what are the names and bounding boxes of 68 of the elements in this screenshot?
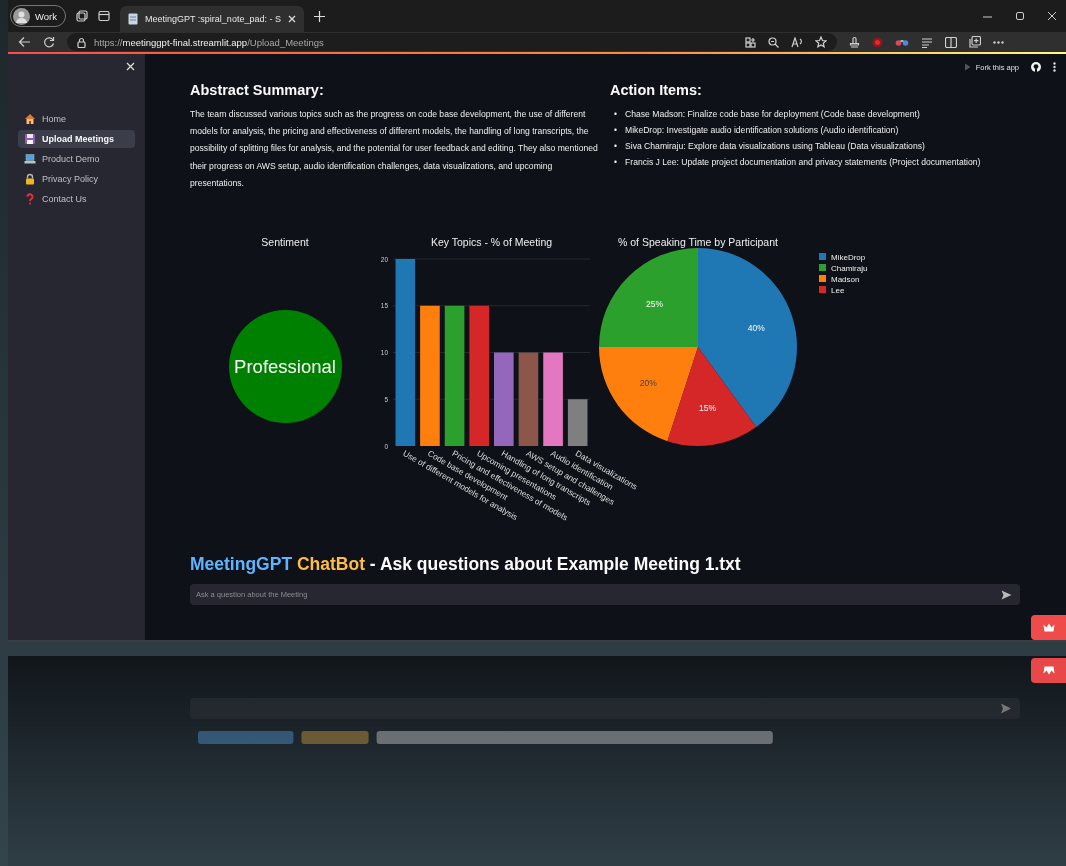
close-icon[interactable] — [287, 15, 296, 23]
slice-label: 25% — [646, 298, 664, 309]
action-item: MikeDrop: Investigate audio identification solutions (Audio identification) — [625, 124, 899, 137]
sidebar-item[interactable]: Contact Us — [18, 190, 135, 208]
close-icon[interactable] — [126, 62, 135, 71]
profile-name: Work — [35, 10, 57, 22]
summary-text: The team discussed various topics such as the progress on code base development, the use of different models for analysis, the pricing and effectiveness of different models, the handling of long transcripts, the possibility of splitting files for analysis, and the potential for user feedback and editing. They also mentioned their progress on AWS setup, audio identification challenges, data visualizations, and upcoming presentations. — [190, 108, 599, 190]
sidebar-item[interactable]: Product Demo — [18, 150, 135, 168]
section-heading: Action Items: — [610, 82, 703, 98]
laptop-icon — [24, 153, 36, 165]
new-tab-icon[interactable] — [313, 10, 325, 22]
send-icon[interactable] — [1001, 589, 1012, 600]
browser-tab[interactable]: MeetingGPT :spiral_note_pad: - S — [120, 6, 304, 32]
slice-label: 40% — [747, 323, 765, 334]
action-item: Siva Chamiraju: Explore data visualizations using Tableau (Data visualizations) — [625, 140, 925, 153]
stamp-icon[interactable] — [849, 36, 860, 48]
list-bullet: • — [614, 140, 617, 153]
sidebar-item[interactable]: Privacy Policy — [18, 170, 135, 188]
refresh-icon[interactable] — [43, 36, 55, 48]
lock-icon — [77, 36, 86, 48]
lock-icon — [24, 173, 36, 185]
sidebar-item[interactable]: Upload Meetings — [18, 130, 135, 148]
sentiment-badge: Professional — [228, 310, 342, 423]
page-icon — [128, 13, 138, 25]
sidebar-item[interactable]: Home — [18, 110, 135, 128]
split-screen-icon[interactable] — [945, 36, 957, 48]
house-icon — [24, 113, 36, 125]
slice-label: 15% — [699, 402, 717, 413]
section-heading: Abstract Summary: — [190, 82, 325, 98]
record-icon[interactable] — [872, 36, 883, 48]
kebab-menu-icon[interactable] — [1053, 62, 1056, 72]
more-icon[interactable] — [993, 40, 1004, 44]
crown-icon — [1042, 666, 1055, 675]
question-mark-icon — [24, 193, 36, 205]
crown-button[interactable] — [1031, 615, 1066, 640]
avatar-icon — [13, 7, 30, 25]
maximize-icon[interactable] — [1016, 12, 1024, 20]
legend-label: Madson — [831, 274, 860, 284]
close-icon[interactable] — [1048, 12, 1056, 20]
legend-label: MikeDrop — [831, 252, 866, 262]
github-icon[interactable] — [1031, 62, 1041, 72]
legend-label: Lee — [831, 285, 845, 295]
legend-label: Chamiraju — [831, 263, 868, 273]
address-bar[interactable]: https://meetinggpt-final.streamlit.app/Upload_Meetings — [67, 33, 837, 51]
read-aloud-icon[interactable] — [791, 36, 803, 48]
zoom-out-icon[interactable] — [768, 36, 779, 48]
collections-icon[interactable] — [969, 36, 981, 48]
tab-actions-icon[interactable] — [98, 10, 110, 22]
chart-title: Sentiment — [261, 236, 309, 248]
reading-list-icon[interactable] — [921, 36, 933, 48]
list-bullet: • — [614, 108, 617, 121]
workspaces-icon[interactable] — [76, 10, 88, 22]
action-item: Francis J Lee: Update project documentation and privacy statements (Project documentation) — [625, 156, 981, 169]
chatbot-title: MeetingGPT ChatBot - Ask questions about Example Meeting 1.txt — [190, 554, 742, 575]
back-icon[interactable] — [18, 36, 31, 48]
action-item: Chase Madson: Finalize code base for deployment (Code base development) — [625, 108, 920, 121]
crown-icon — [1042, 623, 1055, 632]
tab-title: MeetingGPT :spiral_note_pad: - S — [145, 14, 281, 24]
list-bullet: • — [614, 124, 617, 137]
url-text: https://meetinggpt-final.streamlit.app/Upload_Meetings — [94, 36, 325, 48]
list-bullet: • — [614, 156, 617, 169]
glasses-icon[interactable] — [895, 37, 909, 47]
slice-label: 20% — [639, 378, 657, 389]
star-icon[interactable] — [815, 36, 827, 48]
apps-icon[interactable] — [745, 36, 756, 48]
bar — [567, 399, 588, 446]
chart-title: Key Topics - % of Meeting — [430, 236, 553, 248]
chart-title: % of Speaking Time by Participant — [618, 236, 778, 248]
